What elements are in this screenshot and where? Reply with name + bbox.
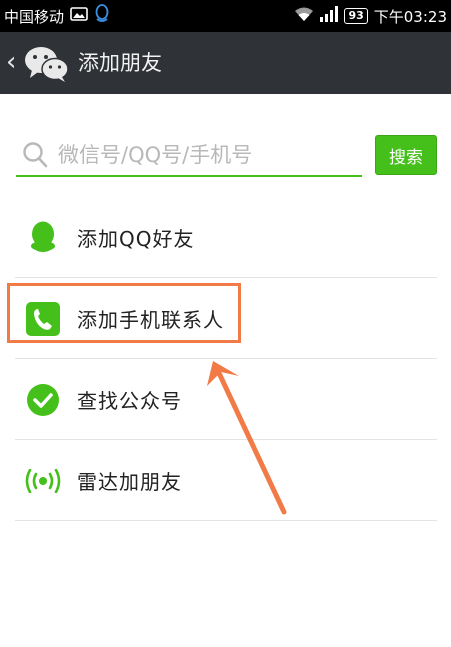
annotation-arrow-icon	[207, 361, 287, 515]
